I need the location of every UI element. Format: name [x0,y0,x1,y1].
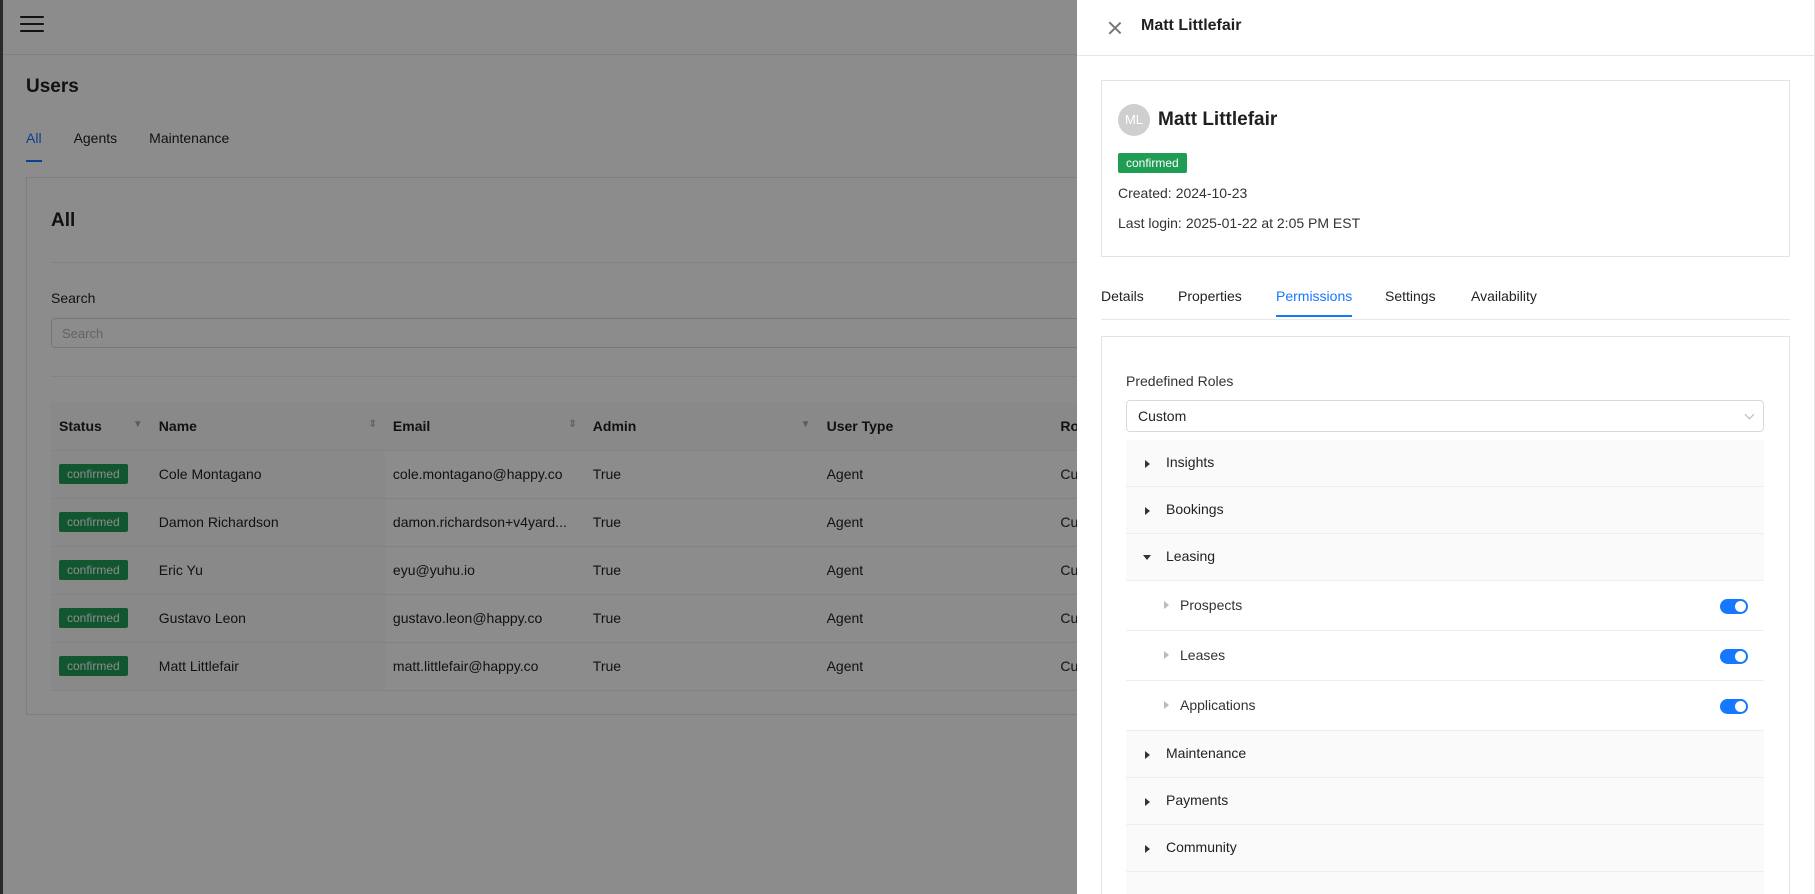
predefined-roles-value: Custom [1138,408,1187,424]
user-name: Matt Littlefair [1158,109,1278,130]
window-edge [0,0,3,894]
modal-backdrop[interactable] [0,0,1077,894]
permission-section-payments[interactable]: Payments [1126,778,1764,825]
predefined-roles-label: Predefined Roles [1126,373,1234,389]
last-login: Last login: 2025-01-22 at 2:05 PM EST [1118,215,1361,231]
tab-properties[interactable]: Properties [1178,288,1242,315]
caret-right-icon [1145,507,1150,515]
tab-permissions[interactable]: Permissions [1276,288,1353,317]
prospects-toggle[interactable] [1720,599,1748,614]
permission-section-more[interactable] [1126,872,1764,894]
caret-right-icon [1164,601,1169,609]
permission-item-prospects[interactable]: Prospects [1126,581,1764,631]
permission-section-insights[interactable]: Insights [1126,440,1764,487]
permission-section-community[interactable]: Community [1126,825,1764,872]
close-icon[interactable] [1105,18,1125,38]
tab-availability[interactable]: Availability [1471,288,1537,315]
permission-section-maintenance[interactable]: Maintenance [1126,731,1764,778]
permissions-panel: Predefined Roles Custom Insights Booking… [1101,336,1790,894]
caret-right-icon [1145,751,1150,759]
permission-item-leases[interactable]: Leases [1126,631,1764,681]
avatar: ML [1118,104,1150,136]
caret-right-icon [1145,845,1150,853]
leases-toggle[interactable] [1720,649,1748,664]
caret-right-icon [1145,798,1150,806]
user-summary-card: ML Matt Littlefair confirmed Created: 202… [1101,80,1790,257]
caret-down-icon [1143,555,1151,560]
chevron-down-icon [1744,409,1755,420]
tab-details[interactable]: Details [1101,288,1144,315]
caret-right-icon [1164,701,1169,709]
created-date: Created: 2024-10-23 [1118,185,1248,201]
predefined-roles-select[interactable]: Custom [1126,400,1764,432]
permission-item-applications[interactable]: Applications [1126,681,1764,731]
permission-section-leasing[interactable]: Leasing [1126,534,1764,581]
applications-toggle[interactable] [1720,699,1748,714]
caret-right-icon [1164,651,1169,659]
drawer-title: Matt Littlefair [1141,17,1242,34]
drawer-header: Matt Littlefair [1077,0,1815,56]
user-drawer: Matt Littlefair ML Matt Littlefair confi… [1077,0,1815,894]
drawer-tabs: Details Properties Permissions Settings … [1101,286,1790,320]
permission-section-bookings[interactable]: Bookings [1126,487,1764,534]
tab-settings[interactable]: Settings [1385,288,1436,315]
caret-right-icon [1145,460,1150,468]
status-badge: confirmed [1118,153,1187,173]
